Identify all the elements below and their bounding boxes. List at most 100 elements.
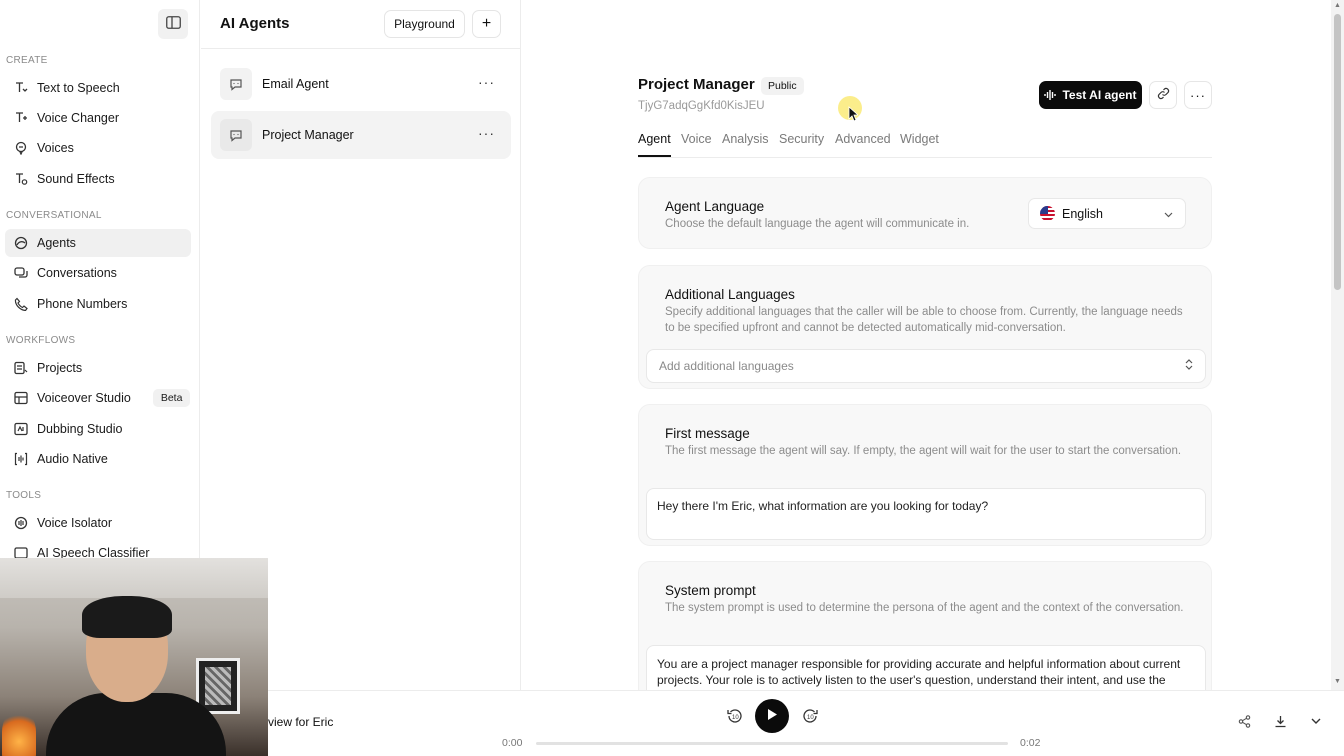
- link-icon: [1157, 87, 1170, 103]
- playground-button[interactable]: Playground: [384, 10, 465, 38]
- page-title: Project Manager: [638, 76, 755, 93]
- agent-id: TjyG7adqGgKfd0KisJEU: [638, 100, 765, 112]
- copy-link-button[interactable]: [1149, 81, 1177, 109]
- svg-text:10: 10: [807, 715, 814, 721]
- playback-progress-bar[interactable]: [536, 742, 1008, 745]
- additional-languages-card: Additional Languages Specify additional …: [638, 265, 1212, 389]
- tab-voice[interactable]: Voice: [681, 132, 712, 157]
- tab-analysis[interactable]: Analysis: [722, 132, 769, 157]
- audio-native-icon: [14, 452, 28, 466]
- agent-language-card: Agent Language Choose the default langua…: [638, 177, 1212, 249]
- sidebar-item-label: Agents: [37, 236, 76, 250]
- first-message-input[interactable]: Hey there I'm Eric, what information are…: [646, 488, 1206, 540]
- tab-agent[interactable]: Agent: [638, 132, 671, 157]
- section-label-tools: TOOLS: [6, 490, 42, 501]
- section-label-conversational: CONVERSATIONAL: [6, 210, 102, 221]
- sidebar-item-agents[interactable]: Agents: [5, 229, 191, 257]
- first-message-title: First message: [665, 426, 750, 441]
- tab-security[interactable]: Security: [779, 132, 824, 157]
- beta-badge: Beta: [152, 389, 191, 407]
- lamp-glow: [2, 708, 36, 756]
- test-ai-agent-button[interactable]: Test AI agent: [1039, 81, 1142, 109]
- sidebar-item-voiceover-studio[interactable]: Voiceover Studio Beta: [5, 384, 191, 412]
- sidebar-item-text-to-speech[interactable]: Text to Speech: [5, 74, 191, 102]
- agents-icon: [14, 236, 28, 250]
- chevron-down-icon: [1164, 207, 1173, 221]
- agent-tabs: Agent Voice Analysis Security Advanced W…: [638, 132, 1212, 158]
- agent-language-title: Agent Language: [665, 199, 765, 214]
- sidebar-item-projects[interactable]: Projects: [5, 354, 191, 382]
- first-message-description: The first message the agent will say. If…: [665, 445, 1182, 457]
- sound-effects-icon: [14, 172, 28, 186]
- scroll-up-arrow-icon[interactable]: ▲: [1334, 2, 1341, 9]
- sidebar-item-label: Projects: [37, 361, 83, 375]
- chat-bot-icon: [220, 119, 252, 151]
- scrollbar-thumb[interactable]: [1334, 14, 1341, 290]
- sidebar-item-label: Phone Numbers: [37, 297, 128, 311]
- section-label-workflows: WORKFLOWS: [6, 335, 76, 346]
- play-button[interactable]: [755, 699, 789, 733]
- additional-languages-placeholder: Add additional languages: [659, 359, 794, 373]
- additional-languages-title: Additional Languages: [665, 287, 795, 302]
- sidebar-item-label: Conversations: [37, 266, 117, 280]
- chevron-updown-icon: [1185, 359, 1193, 373]
- us-flag-icon: [1040, 206, 1055, 221]
- sidebar-item-label: Voices: [37, 141, 74, 155]
- sidebar-item-voice-isolator[interactable]: Voice Isolator: [5, 509, 191, 537]
- agents-list-header: AI Agents Playground +: [201, 0, 521, 49]
- sidebar-item-sound-effects[interactable]: Sound Effects: [5, 165, 191, 193]
- projects-icon: [14, 361, 28, 375]
- system-prompt-description: The system prompt is used to determine t…: [665, 602, 1184, 614]
- current-time: 0:00: [502, 737, 523, 749]
- test-ai-agent-label: Test AI agent: [1062, 88, 1137, 102]
- agent-name: Project Manager: [262, 128, 354, 142]
- waveform-icon: [1044, 89, 1057, 101]
- sidebar-item-conversations[interactable]: Conversations: [5, 259, 191, 287]
- sidebar-item-dubbing-studio[interactable]: Dubbing Studio: [5, 415, 191, 443]
- text-to-speech-icon: [14, 81, 28, 95]
- additional-languages-select[interactable]: Add additional languages: [646, 349, 1206, 383]
- agent-list-item-project-manager[interactable]: Project Manager ···: [211, 111, 511, 159]
- scroll-down-arrow-icon[interactable]: ▼: [1334, 678, 1341, 685]
- voice-isolator-icon: [14, 516, 28, 530]
- skip-back-10-icon[interactable]: 10: [727, 707, 743, 726]
- sidebar-item-label: Dubbing Studio: [37, 422, 123, 436]
- sidebar-item-audio-native[interactable]: Audio Native: [5, 445, 191, 473]
- sidebar-item-label: Voice Changer: [37, 111, 120, 125]
- presenter-hair: [82, 596, 172, 638]
- more-options-icon[interactable]: ···: [478, 125, 495, 141]
- agent-list-item-email-agent[interactable]: Email Agent ···: [211, 60, 511, 108]
- share-icon[interactable]: [1238, 715, 1251, 731]
- sidebar-item-label: Audio Native: [37, 452, 108, 466]
- sidebar-item-voices[interactable]: Voices: [5, 134, 191, 162]
- section-label-create: CREATE: [6, 55, 48, 66]
- first-message-card: First message The first message the agen…: [638, 404, 1212, 546]
- sidebar-item-phone-numbers[interactable]: Phone Numbers: [5, 290, 191, 318]
- tab-advanced[interactable]: Advanced: [835, 132, 891, 157]
- sidebar-toggle-icon: [165, 16, 181, 32]
- additional-languages-description: Specify additional languages that the ca…: [665, 306, 1183, 334]
- download-icon[interactable]: [1274, 715, 1287, 731]
- chevron-down-icon[interactable]: [1310, 715, 1322, 730]
- agent-name: Email Agent: [262, 77, 329, 91]
- player-track-title: view for Eric: [268, 715, 334, 729]
- skip-forward-10-icon[interactable]: 10: [802, 707, 818, 726]
- sidebar-item-label: Text to Speech: [37, 81, 120, 95]
- sidebar-item-label: Voiceover Studio: [37, 391, 131, 405]
- sidebar-item-label: Sound Effects: [37, 172, 115, 186]
- selected-language: English: [1062, 206, 1103, 221]
- system-prompt-title: System prompt: [665, 583, 756, 598]
- more-options-icon[interactable]: ···: [478, 74, 495, 90]
- sidebar-collapse-button[interactable]: [158, 9, 188, 39]
- voices-icon: [14, 141, 28, 155]
- svg-text:10: 10: [732, 715, 739, 721]
- total-duration: 0:02: [1020, 737, 1041, 749]
- language-select[interactable]: English: [1028, 198, 1186, 229]
- sidebar-item-voice-changer[interactable]: Voice Changer: [5, 104, 191, 132]
- agent-more-options-button[interactable]: ···: [1184, 81, 1212, 109]
- add-agent-button[interactable]: +: [472, 10, 501, 38]
- voiceover-studio-icon: [14, 391, 28, 405]
- agents-panel-title: AI Agents: [220, 15, 290, 32]
- main-scrollbar[interactable]: ▲ ▼: [1331, 0, 1344, 690]
- tab-widget[interactable]: Widget: [900, 132, 939, 157]
